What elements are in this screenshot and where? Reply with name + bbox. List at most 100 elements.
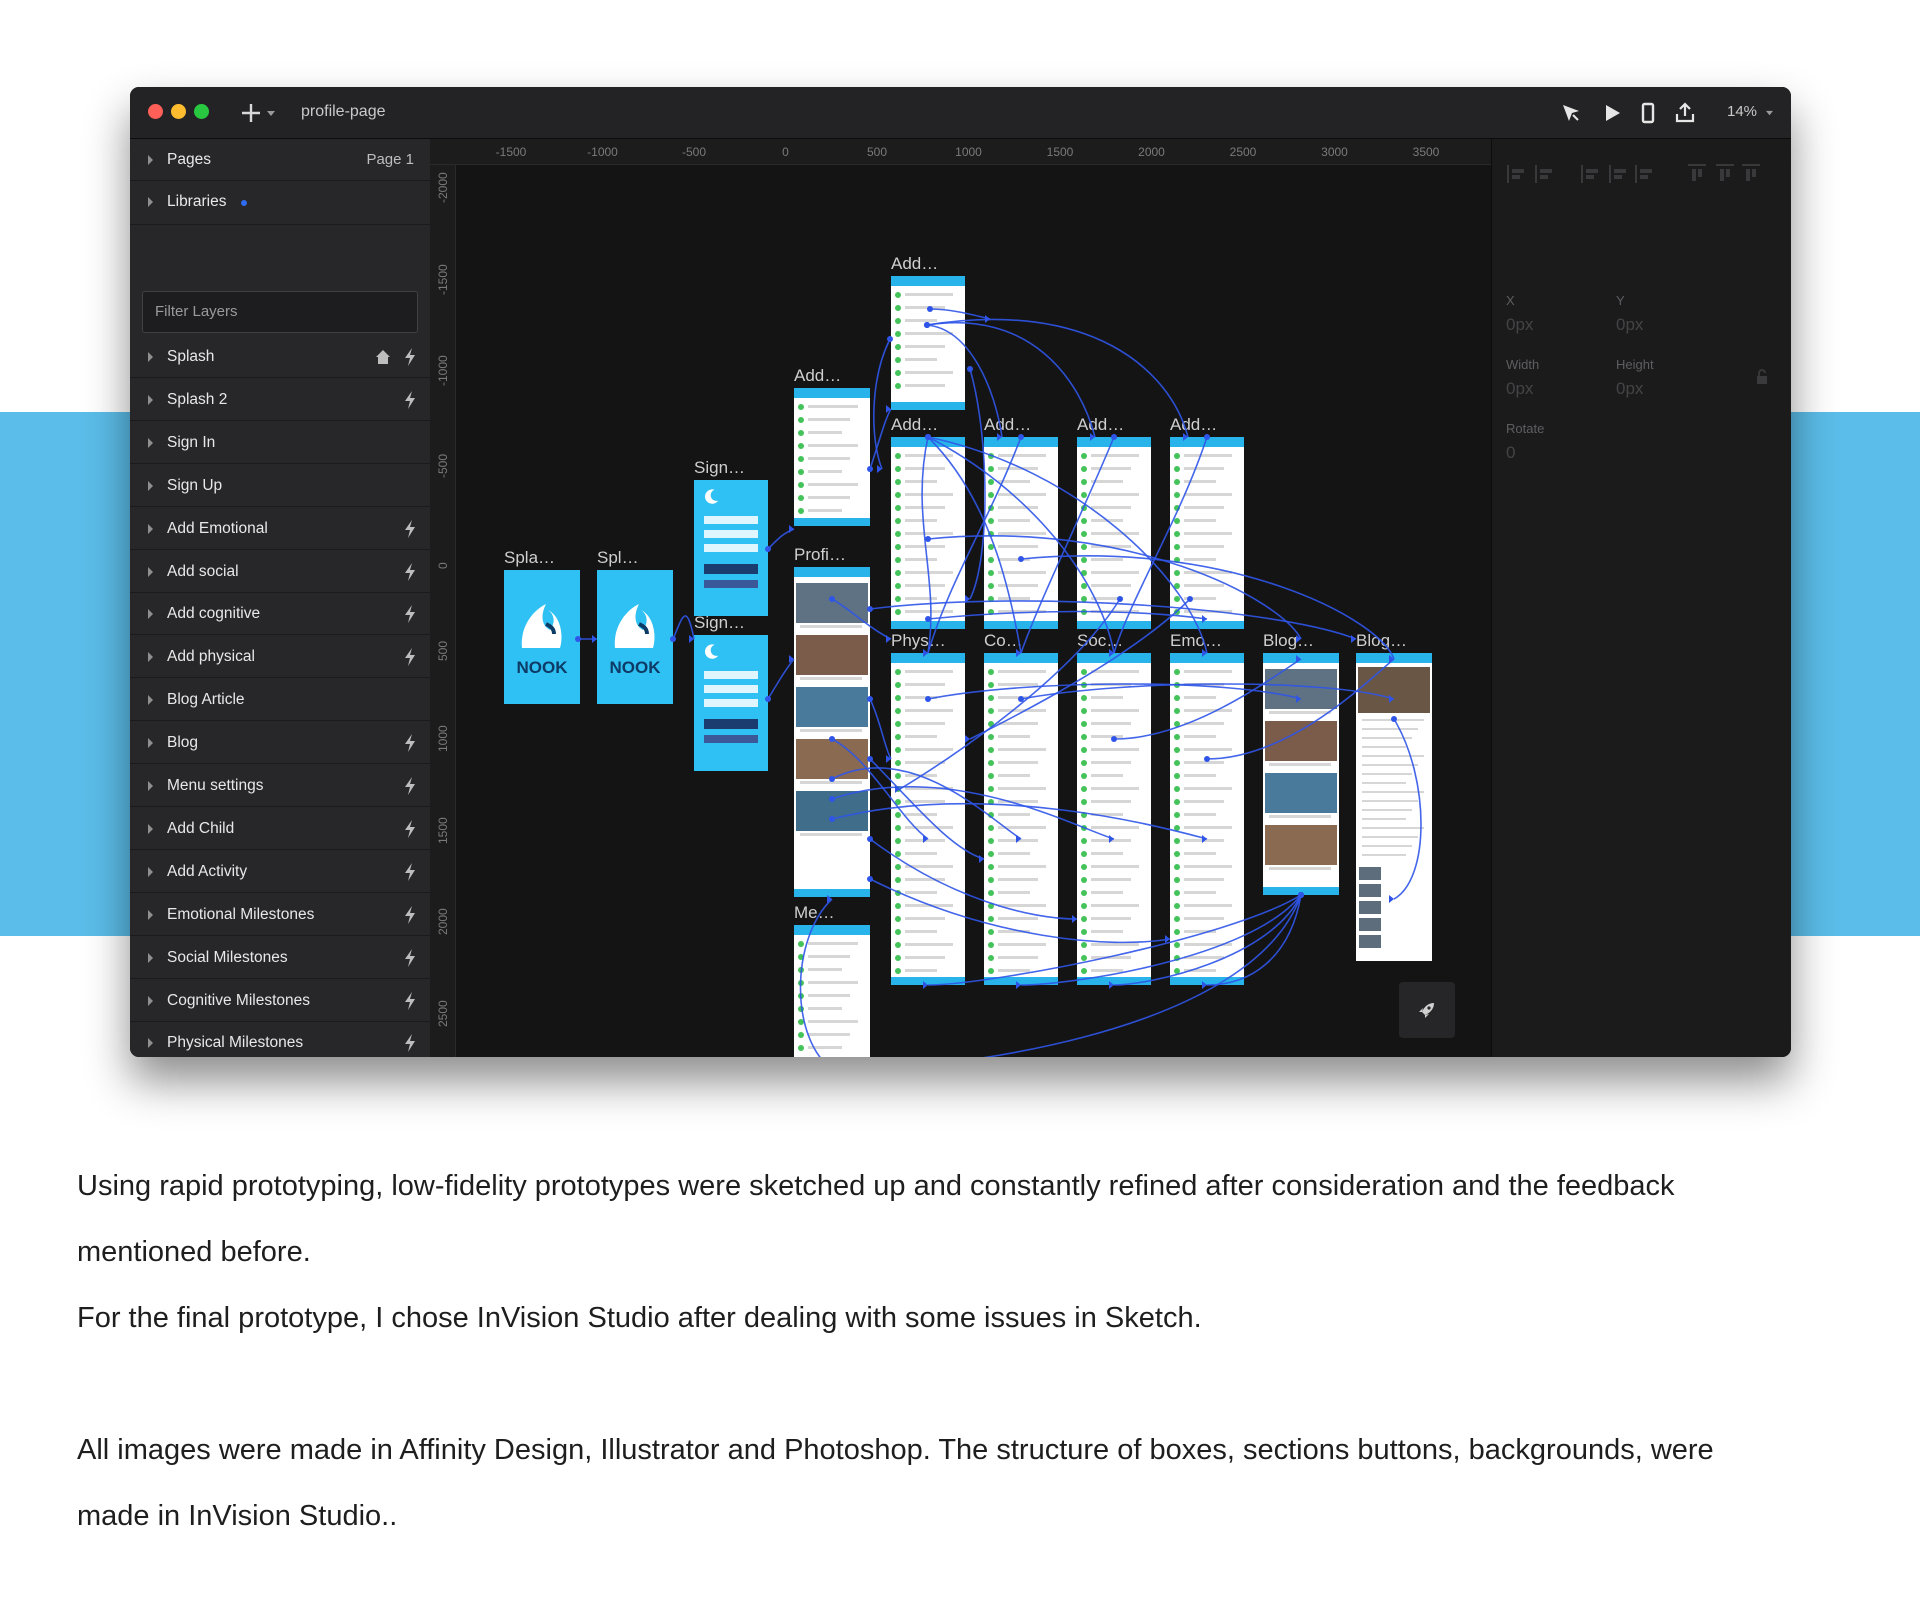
distribute-horizontal-icon[interactable]	[1506, 163, 1528, 185]
layer-row[interactable]: Splash	[130, 336, 430, 378]
maximize-window-button[interactable]	[194, 104, 209, 119]
pages-row[interactable]: Pages Page 1	[130, 139, 430, 181]
caret-right-icon[interactable]	[148, 352, 153, 362]
caret-right-icon[interactable]	[148, 823, 153, 834]
caret-right-icon[interactable]	[148, 566, 153, 577]
artboard-add-social[interactable]	[1077, 437, 1151, 629]
artboard-emotional[interactable]	[1170, 653, 1244, 985]
align-left-icon[interactable]	[1580, 163, 1602, 185]
artboard-label[interactable]: Add…	[891, 254, 938, 274]
artboard-label[interactable]: Add…	[891, 415, 938, 435]
artboard-label[interactable]: Spla…	[504, 548, 555, 568]
publish-button[interactable]	[1399, 982, 1455, 1038]
layer-row[interactable]: Add Child	[130, 808, 430, 850]
artboard-label[interactable]: Profi…	[794, 545, 846, 565]
artboard-label[interactable]: Add…	[984, 415, 1031, 435]
width-field[interactable]: 0px	[1506, 379, 1533, 399]
layer-row[interactable]: Blog Article	[130, 679, 430, 722]
artboard-label[interactable]: Blog…	[1263, 631, 1314, 651]
align-center-icon[interactable]	[1608, 163, 1630, 185]
caret-right-icon[interactable]	[148, 995, 153, 1006]
artboard-label[interactable]: Add…	[1170, 415, 1217, 435]
zoom-chevron-icon[interactable]	[1765, 110, 1774, 117]
artboard-label[interactable]: Sign…	[694, 458, 745, 478]
align-right-icon[interactable]	[1634, 163, 1656, 185]
device-icon[interactable]	[1636, 101, 1660, 125]
artboard-physical[interactable]	[891, 653, 965, 985]
artboard-label[interactable]: Emo…	[1170, 631, 1222, 651]
artboard-label[interactable]: Spl…	[597, 548, 639, 568]
artboard-label[interactable]: Sign…	[694, 613, 745, 633]
caret-right-icon[interactable]	[148, 781, 153, 791]
artboard-menu[interactable]	[794, 925, 870, 1057]
artboard-label[interactable]: Blog…	[1356, 631, 1407, 651]
artboard-splash[interactable]: NOOK	[504, 570, 580, 704]
layer-row[interactable]: Emotional Milestones	[130, 894, 430, 936]
x-field[interactable]: 0px	[1506, 315, 1533, 335]
distribute-vertical-icon[interactable]	[1534, 163, 1556, 185]
artboard-social[interactable]	[1077, 653, 1151, 985]
share-upload-icon[interactable]	[1673, 101, 1697, 125]
lock-icon[interactable]	[1754, 369, 1770, 385]
design-canvas[interactable]: -1500 -1000 -500 0 500 1000 1500 2000 2500 3000 35…	[430, 139, 1491, 1057]
current-page[interactable]: Page 1	[366, 151, 414, 168]
layer-row[interactable]: Add social	[130, 551, 430, 593]
artboard-label[interactable]: Add…	[794, 366, 841, 386]
cursor-arrow-icon[interactable]	[1559, 101, 1583, 125]
rotate-field[interactable]: 0	[1506, 443, 1515, 463]
artboard-label[interactable]: Me…	[794, 903, 835, 923]
artboard-blog-article[interactable]	[1356, 653, 1432, 961]
caret-right-icon[interactable]	[148, 909, 153, 920]
caret-right-icon[interactable]	[148, 480, 153, 491]
artboard-blog[interactable]	[1263, 653, 1339, 895]
artboard-add-cognitive[interactable]	[984, 437, 1058, 629]
artboard-profile[interactable]	[794, 567, 870, 897]
caret-right-icon[interactable]	[148, 952, 153, 963]
caret-right-icon[interactable]	[148, 695, 153, 706]
layer-row[interactable]: Social Milestones	[130, 937, 430, 979]
artboard-add-child[interactable]	[794, 388, 870, 526]
align-middle-icon[interactable]	[1714, 163, 1736, 185]
caret-right-icon[interactable]	[148, 523, 153, 534]
artboard-label[interactable]: Soc…	[1077, 631, 1123, 651]
minimize-window-button[interactable]	[171, 104, 186, 119]
layer-row[interactable]: Sign Up	[130, 465, 430, 507]
artboard-splash2[interactable]: NOOK	[597, 570, 673, 704]
artboard-add-activity[interactable]	[891, 276, 965, 410]
artboard-add-emotional[interactable]	[1170, 437, 1244, 629]
chevron-down-icon[interactable]	[266, 110, 276, 118]
caret-right-icon[interactable]	[148, 609, 153, 620]
caret-right-icon[interactable]	[148, 652, 153, 663]
plus-icon[interactable]	[240, 102, 262, 124]
layer-row[interactable]: Splash 2	[130, 379, 430, 421]
align-top-icon[interactable]	[1686, 163, 1708, 185]
play-preview-icon[interactable]	[1600, 101, 1624, 125]
caret-right-icon[interactable]	[148, 1038, 153, 1049]
zoom-level[interactable]: 14%	[1727, 103, 1757, 120]
align-bottom-icon[interactable]	[1740, 163, 1762, 185]
layer-row[interactable]: Sign In	[130, 422, 430, 464]
artboard-cognitive[interactable]	[984, 653, 1058, 985]
caret-right-icon[interactable]	[148, 394, 153, 405]
layer-row[interactable]: Add Emotional	[130, 508, 430, 550]
layer-row[interactable]: Add physical	[130, 636, 430, 679]
layer-row[interactable]: Blog	[130, 722, 430, 765]
caret-right-icon[interactable]	[148, 738, 153, 749]
layer-row[interactable]: Add cognitive	[130, 593, 430, 636]
libraries-row[interactable]: Libraries	[130, 181, 430, 225]
artboard-signup[interactable]	[694, 635, 768, 771]
layer-row[interactable]: Add Activity	[130, 851, 430, 893]
layer-row[interactable]: Cognitive Milestones	[130, 980, 430, 1022]
artboard-label[interactable]: Add…	[1077, 415, 1124, 435]
artboard-signin[interactable]	[694, 480, 768, 616]
artboard-add-physical[interactable]	[891, 437, 965, 629]
height-field[interactable]: 0px	[1616, 379, 1643, 399]
layer-row[interactable]: Physical Milestones	[130, 1022, 430, 1057]
filter-layers-input[interactable]: Filter Layers	[142, 291, 418, 333]
close-window-button[interactable]	[148, 104, 163, 119]
caret-right-icon[interactable]	[148, 866, 153, 877]
artboard-label[interactable]: Co…	[984, 631, 1023, 651]
layer-row[interactable]: Menu settings	[130, 765, 430, 807]
artboard-label[interactable]: Phys…	[891, 631, 946, 651]
y-field[interactable]: 0px	[1616, 315, 1643, 335]
